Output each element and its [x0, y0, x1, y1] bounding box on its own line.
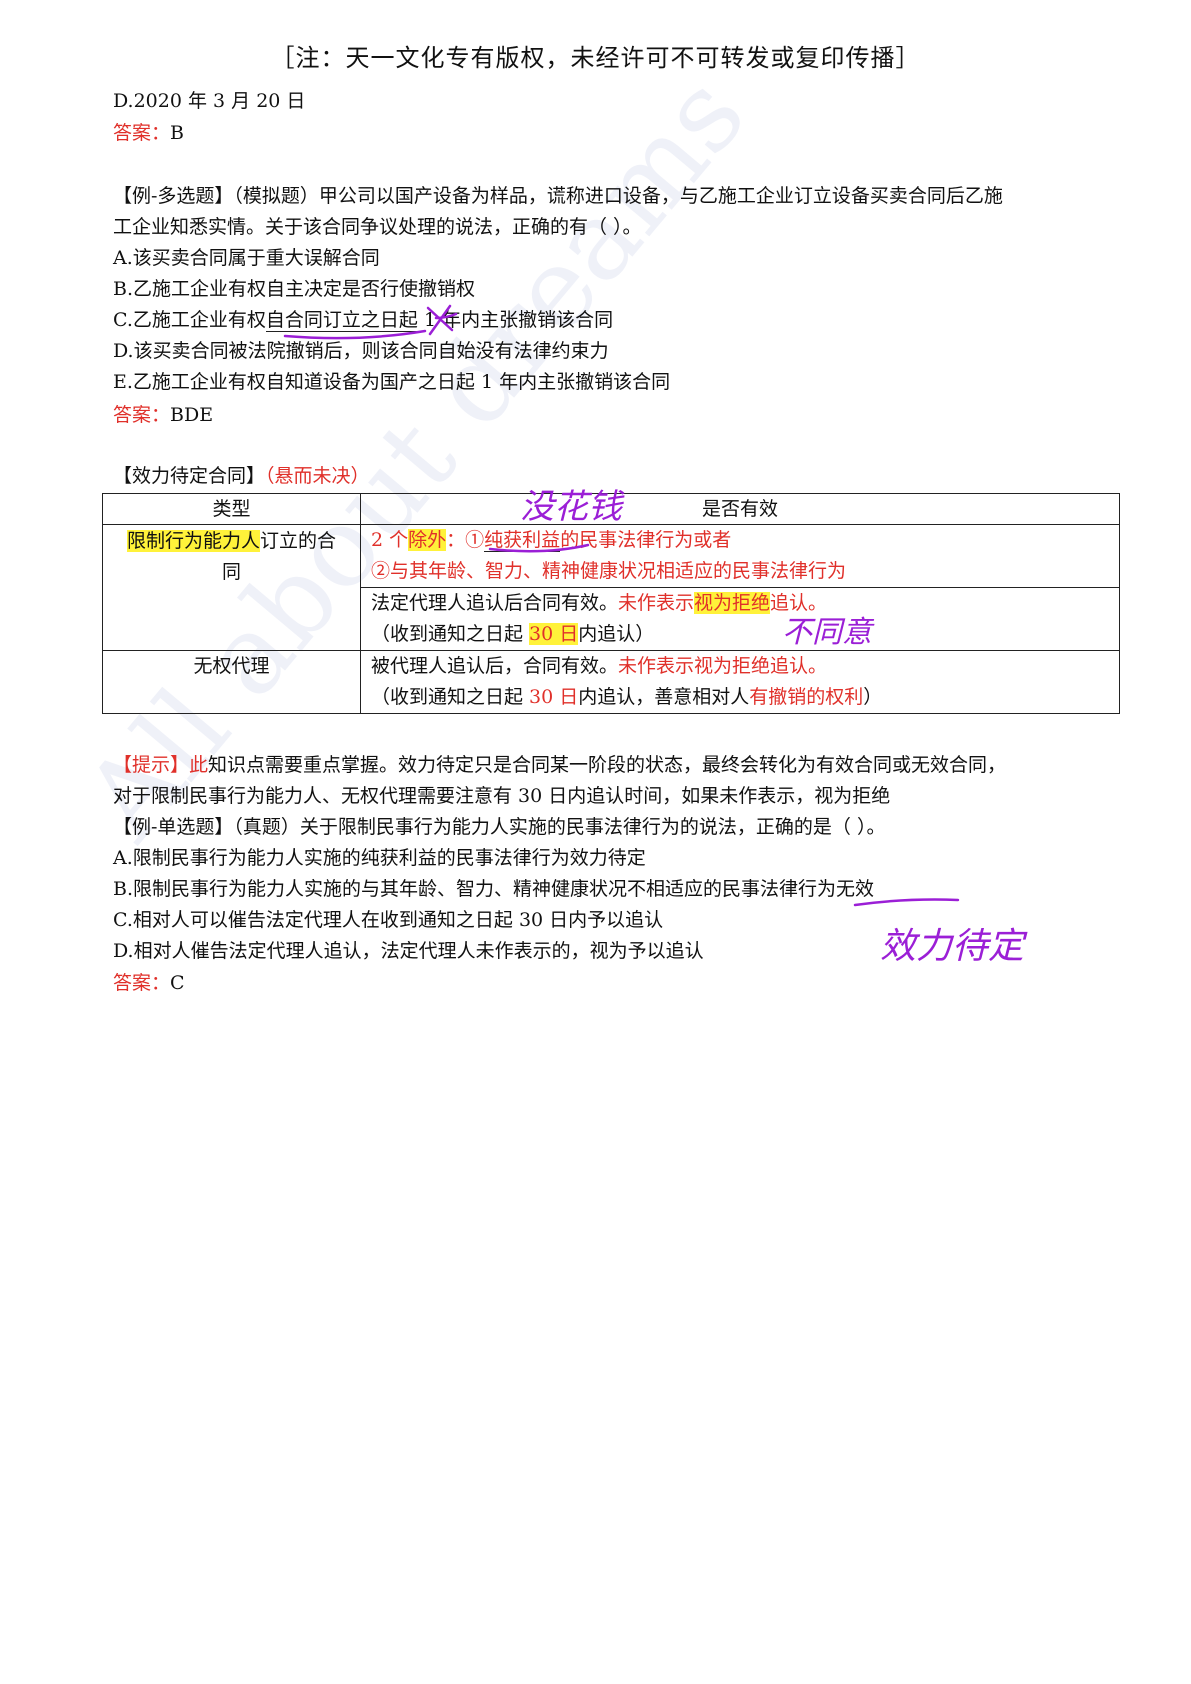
agency-deadline: 30 日	[529, 686, 579, 708]
exception-line-1: 2 个除外：①纯获利益的民事法律行为或者	[361, 525, 1119, 556]
exception-rest: 的民事法律行为或者	[560, 529, 732, 551]
exception-count: 2 个	[371, 529, 409, 551]
q1-option-d: D.2020 年 3 月 20 日	[113, 90, 306, 112]
ink-note-pending-validity: 效力待定	[880, 926, 1028, 967]
table-row: 限制行为能力人订立的合 同 2 个除外：①纯获利益的民事法律行为或者 ②与其年龄…	[102, 524, 1120, 651]
agency-line-1: 被代理人追认后，合同有效。未作表示视为拒绝追认。	[361, 651, 1119, 682]
type-line-2: 同	[221, 561, 241, 583]
q2-option-b: B.乙施工企业有权自主决定是否行使撤销权	[113, 278, 476, 300]
exception-marker: ：①	[446, 529, 485, 551]
column-header-validity: 是否有效	[360, 493, 1120, 525]
type-cell-unauthorized-agency: 无权代理	[102, 650, 361, 714]
exception-highlight: 除外	[408, 529, 447, 551]
agency-line-2: （收到通知之日起 30 日内追认，善意相对人有撤销的权利）	[361, 682, 1119, 713]
type-text: 无权代理	[193, 655, 270, 677]
deadline-suffix: 内追认）	[578, 623, 655, 645]
answer-label: 答案：	[113, 404, 171, 426]
option-b-prefix: B.限制民事行为能力人实施的与其年龄、智力、精神健康状况不相适应的民事法	[113, 878, 780, 900]
q2-option-c: C.乙施工企业有权自合同订立之日起 1 年内主张撤销该合同	[113, 307, 613, 333]
validity-table: 类型 是否有效 限制行为能力人订立的合 同 2 个除外：①纯获利益的民事法律行为…	[102, 493, 1120, 714]
q2-option-d: D.该买卖合同被法院撤销后，则该合同自始没有法律约束力	[113, 340, 609, 362]
type-cell-limited-capacity: 限制行为能力人订立的合 同	[102, 524, 361, 651]
option-c-suffix: 1 年内主张撤销该合同	[417, 309, 614, 331]
q3-option-d: D.相对人催告法定代理人追认，法定代理人未作表示的，视为予以追认	[113, 940, 704, 962]
column-header-type: 类型	[102, 493, 361, 525]
q1-answer: 答案：B	[113, 120, 184, 146]
ratification-text: 法定代理人追认后合同有效。	[371, 592, 619, 614]
option-c-prefix: C.乙施工企业有权	[113, 309, 266, 331]
agency-refusal: 未作表示视为拒绝追认。	[618, 655, 828, 677]
deemed-refusal-highlight: 视为拒绝	[694, 592, 771, 614]
agency-text: 被代理人追认后，合同有效。	[371, 655, 619, 677]
section-title: 【效力待定合同】（悬而未决）	[113, 463, 370, 489]
q3-option-b: B.限制民事行为能力人实施的与其年龄、智力、精神健康状况不相适应的民事法律行为无…	[113, 876, 874, 902]
ratification-line-1: 法定代理人追认后合同有效。未作表示视为拒绝追认。	[361, 588, 1119, 619]
table-header-row: 类型 是否有效	[102, 493, 1120, 525]
type-rest: 订立的合	[260, 530, 337, 552]
answer-value: B	[170, 122, 184, 144]
agency-end: ）	[863, 686, 883, 708]
tip-word: 此	[189, 754, 209, 776]
revocation-right: 有撤销的权利	[749, 686, 864, 708]
table-row: 无权代理 被代理人追认后，合同有效。未作表示视为拒绝追认。 （收到通知之日起 3…	[102, 650, 1120, 714]
answer-label: 答案：	[113, 972, 171, 994]
q2-stem-line1: 【例-多选题】（模拟题）甲公司以国产设备为样品，谎称进口设备，与乙施工企业订立设…	[113, 185, 1003, 207]
type-line-1: 限制行为能力人订立的合	[103, 526, 360, 557]
pure-benefit-underlined: 纯获利益	[484, 529, 561, 552]
section-title-text: 【效力待定合同】	[113, 465, 266, 487]
option-b-suffix: 律行为无效	[779, 878, 875, 900]
deadline-prefix: （收到通知之日起	[371, 623, 530, 645]
answer-value: BDE	[170, 404, 214, 426]
q3-answer: 答案：C	[113, 970, 185, 996]
validity-cell-exceptions: 2 个除外：①纯获利益的民事法律行为或者 ②与其年龄、智力、精神健康状况相适应的…	[360, 524, 1120, 588]
q2-answer: 答案：BDE	[113, 402, 213, 428]
q2-stem-line2: 工企业知悉实情。关于该合同争议处理的说法，正确的有（ ）。	[113, 216, 642, 238]
option-c-underlined: 自合同订立之日起	[265, 309, 418, 332]
ratification-end: 追认。	[770, 592, 828, 614]
validity-cell-agency: 被代理人追认后，合同有效。未作表示视为拒绝追认。 （收到通知之日起 30 日内追…	[360, 650, 1120, 714]
copyright-header: ［注：天一文化专有版权，未经许可不可转发或复印传播］	[270, 44, 921, 72]
q3-stem: 【例-单选题】（真题）关于限制民事行为能力人实施的民事法律行为的说法，正确的是（…	[113, 816, 886, 838]
answer-label: 答案：	[113, 122, 171, 144]
ratification-line-2: （收到通知之日起 30 日内追认）	[361, 619, 1119, 650]
exception-line-2: ②与其年龄、智力、精神健康状况相适应的民事法律行为	[371, 560, 847, 582]
tip-line2: 对于限制民事行为能力人、无权代理需要注意有 30 日内追认时间，如果未作表示，视…	[113, 785, 891, 807]
q2-option-a: A.该买卖合同属于重大误解合同	[113, 247, 380, 269]
document-page: All about dreams ［注：天一文化专有版权，未经许可不可转发或复印…	[0, 0, 1191, 1684]
deadline-highlight: 30 日	[529, 623, 579, 645]
tip-text: 知识点需要重点掌握。效力待定只是合同某一阶段的状态，最终会转化为有效合同或无效合…	[208, 754, 1007, 776]
tip-line1: 【提示】此知识点需要重点掌握。效力待定只是合同某一阶段的状态，最终会转化为有效合…	[113, 752, 1006, 778]
validity-cell-ratification: 法定代理人追认后合同有效。未作表示视为拒绝追认。 （收到通知之日起 30 日内追…	[360, 587, 1120, 651]
q3-option-a: A.限制民事行为能力人实施的纯获利益的民事法律行为效力待定	[113, 847, 646, 869]
q2-option-e: E.乙施工企业有权自知道设备为国产之日起 1 年内主张撤销该合同	[113, 371, 671, 393]
answer-value: C	[170, 972, 185, 994]
agency-mid: 内追认，善意相对人	[578, 686, 750, 708]
no-expression-text: 未作表示	[618, 592, 695, 614]
agency-deadline-prefix: （收到通知之日起	[371, 686, 530, 708]
tip-label: 【提示】	[113, 754, 190, 776]
type-highlight: 限制行为能力人	[126, 530, 260, 552]
q3-option-c: C.相对人可以催告法定代理人在收到通知之日起 30 日内予以追认	[113, 909, 664, 931]
section-subtitle: （悬而未决）	[265, 465, 370, 487]
watermark: All about dreams	[60, 51, 770, 863]
